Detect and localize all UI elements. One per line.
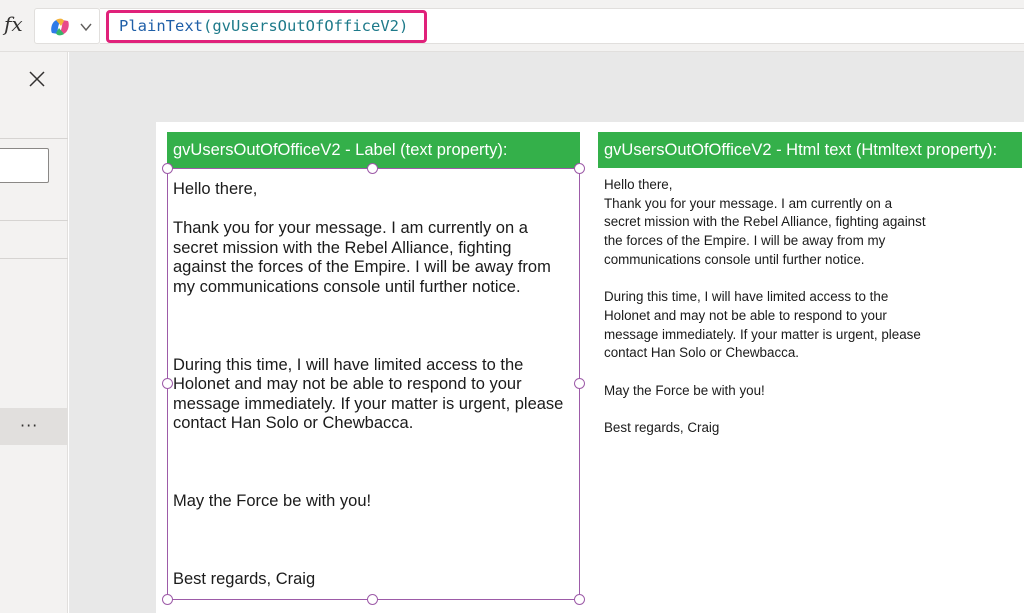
text-line [173,336,575,356]
text-line: message immediately. If your matter is u… [173,394,564,413]
text-line: Thank you for your message. I am current… [604,195,893,211]
text-line: contact Han Solo or Chewbacca. [604,345,800,361]
more-icon[interactable]: ··· [20,416,38,435]
text-line [173,473,575,493]
formula-open-paren: ( [203,17,213,35]
text-line: Best regards, Craig [604,420,720,436]
text-line [173,434,575,454]
left-panel: ··· [0,52,68,613]
formula-function-name: PlainText [119,17,203,35]
text-line: against the forces of the Empire. I will… [173,258,551,276]
text-line: May the Force be with you! [173,492,372,510]
text-line: During this time, I will have limited ac… [604,289,889,305]
formula-argument: gvUsersOutOfOfficeV2 [212,17,399,35]
copilot-icon [51,18,69,36]
text-line [173,453,575,473]
formula-input[interactable]: PlainText(gvUsersOutOfOfficeV2) [106,10,427,43]
text-line: my communications console until further … [173,277,521,296]
formula-input-area[interactable]: PlainText(gvUsersOutOfOfficeV2) [100,8,1024,44]
formula-close-paren: ) [398,17,409,35]
resize-handle-top-right[interactable] [574,163,585,174]
resize-handle-right[interactable] [574,378,585,389]
text-line: the forces of the Empire. I will be away… [604,233,886,249]
text-line: Hello there, [173,180,258,198]
resize-handle-top[interactable] [367,163,378,174]
text-line: Holonet and may not be able to respond t… [604,307,887,323]
resize-handle-bottom-right[interactable] [574,594,585,605]
text-line: secret mission with the Rebel Alliance, … [173,238,512,257]
text-line [173,531,575,551]
text-line [173,317,575,337]
panel-divider [0,138,68,139]
text-line [173,200,575,220]
text-line [604,270,1004,289]
resize-handle-top-left[interactable] [162,163,173,174]
panel-divider [0,258,68,259]
text-line [604,363,1004,382]
text-line [173,512,575,532]
formula-bar: fx PlainText(gvUsersOutOfOfficeV2) [0,0,1024,52]
html-header: gvUsersOutOfOfficeV2 - Html text (Htmlte… [598,132,1022,168]
text-line: communications console until further not… [604,251,865,267]
resize-handle-bottom-left[interactable] [162,594,173,605]
text-line [604,400,1004,419]
text-line: secret mission with the Rebel Alliance, … [604,214,926,230]
text-line: Holonet and may not be able to respond t… [173,375,522,393]
text-line [173,551,575,571]
close-icon[interactable] [28,70,46,88]
copilot-dropdown[interactable] [34,8,100,44]
panel-divider [0,220,68,221]
text-line: May the Force be with you! [604,382,765,398]
html-text-control[interactable]: Hello there, Thank you for your message. … [604,176,1004,438]
text-line: During this time, I will have limited ac… [173,355,524,374]
resize-handle-bottom[interactable] [367,594,378,605]
text-line: Thank you for your message. I am current… [173,219,528,237]
resize-handle-left[interactable] [162,378,173,389]
text-line [173,297,575,317]
text-line: Hello there, [604,177,673,192]
text-line: message immediately. If your matter is u… [604,326,921,342]
text-line: contact Han Solo or Chewbacca. [173,414,414,432]
label-control[interactable]: Hello there, Thank you for your message.… [167,168,580,600]
fx-label: fx [4,12,23,36]
more-options-row[interactable]: ··· [0,408,68,445]
panel-input[interactable] [0,148,49,183]
text-line: Best regards, Craig [173,570,316,588]
chevron-down-icon [80,23,92,32]
